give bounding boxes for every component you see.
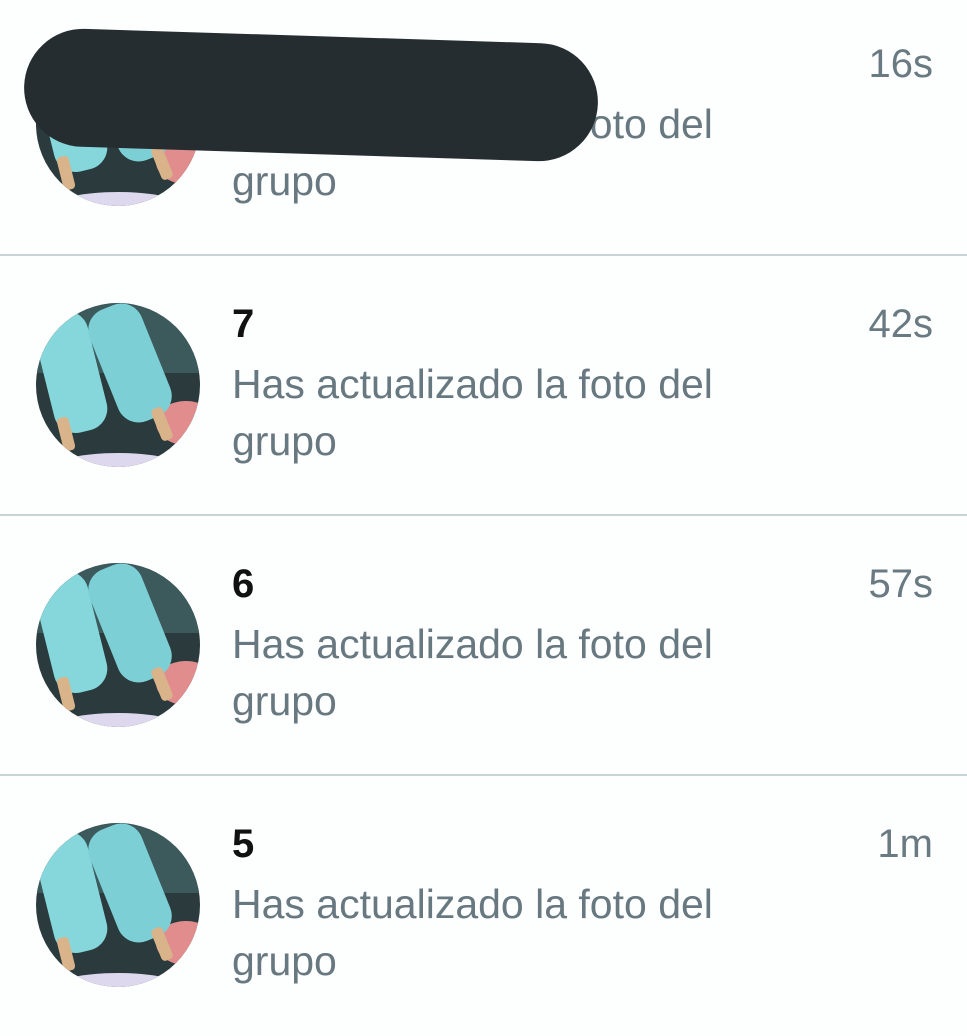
group-avatar[interactable] bbox=[36, 823, 200, 987]
chat-list: Has actualizado la foto del grupo 16s 7 … bbox=[0, 0, 967, 1024]
group-avatar[interactable] bbox=[36, 303, 200, 467]
chat-title: 7 bbox=[232, 302, 255, 346]
chat-time: 57s bbox=[868, 562, 934, 606]
chat-message: Has actualizado la foto del grupo bbox=[232, 881, 713, 984]
redaction-bar bbox=[22, 27, 600, 163]
chat-title: 5 bbox=[232, 822, 255, 866]
popsicle-avatar-image bbox=[36, 563, 200, 727]
chat-message: Has actualizado la foto del grupo bbox=[232, 361, 713, 464]
chat-row[interactable]: 6 Has actualizado la foto del grupo 57s bbox=[0, 518, 967, 776]
row-divider bbox=[0, 774, 967, 776]
chat-row[interactable]: 5 Has actualizado la foto del grupo 1m bbox=[0, 778, 967, 1036]
chat-title: 6 bbox=[232, 562, 255, 606]
chat-message: Has actualizado la foto del grupo bbox=[232, 621, 713, 724]
popsicle-avatar-image bbox=[36, 303, 200, 467]
row-divider bbox=[0, 514, 967, 516]
popsicle-avatar-image bbox=[36, 823, 200, 987]
chat-row[interactable]: 7 Has actualizado la foto del grupo 42s bbox=[0, 258, 967, 516]
chat-time: 16s bbox=[868, 42, 934, 86]
group-avatar[interactable] bbox=[36, 563, 200, 727]
chat-time: 42s bbox=[868, 302, 934, 346]
row-divider bbox=[0, 254, 967, 256]
chat-time: 1m bbox=[877, 822, 933, 866]
